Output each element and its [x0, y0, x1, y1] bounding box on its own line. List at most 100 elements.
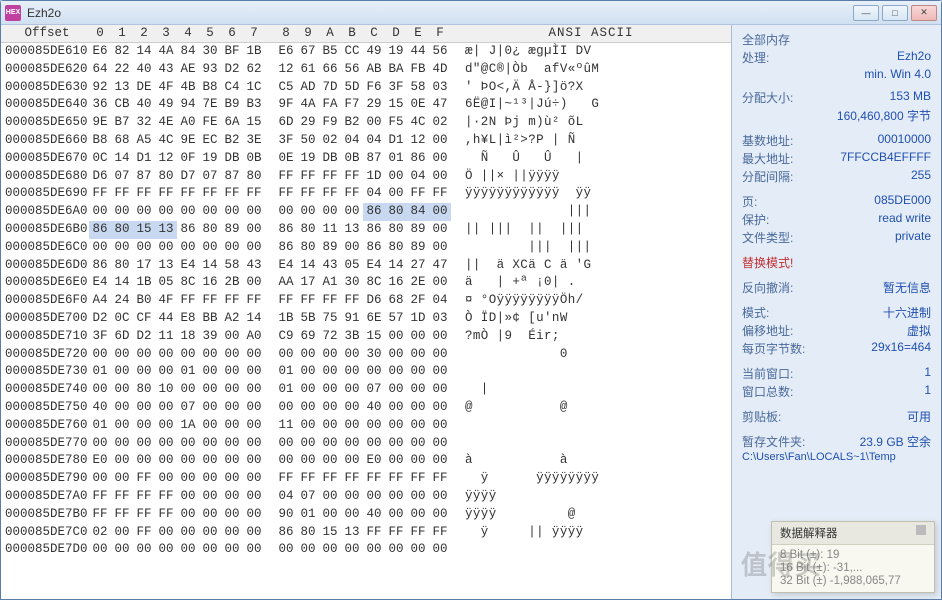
- byte[interactable]: 47: [429, 257, 451, 275]
- ansi-cell[interactable]: 6Ë@I|~¹³|Jú÷) G: [451, 96, 599, 114]
- byte[interactable]: 00: [341, 506, 363, 524]
- bytes-cell[interactable]: 00000000000000000000000030000000: [89, 346, 451, 364]
- byte[interactable]: F9: [319, 114, 341, 132]
- byte[interactable]: 67: [297, 43, 319, 61]
- byte[interactable]: 00: [155, 239, 177, 257]
- byte[interactable]: 89: [407, 221, 429, 239]
- byte[interactable]: FF: [341, 168, 363, 186]
- byte[interactable]: 00: [341, 488, 363, 506]
- byte[interactable]: 14: [111, 274, 133, 292]
- byte[interactable]: 00: [385, 168, 407, 186]
- byte[interactable]: 1A: [177, 417, 199, 435]
- byte[interactable]: D6: [89, 168, 111, 186]
- byte[interactable]: 00: [363, 488, 385, 506]
- byte[interactable]: 00: [385, 328, 407, 346]
- byte[interactable]: 05: [155, 274, 177, 292]
- minimize-button[interactable]: —: [853, 5, 879, 21]
- byte[interactable]: 18: [177, 328, 199, 346]
- ansi-cell[interactable]: @ @: [451, 399, 568, 417]
- byte[interactable]: 00: [385, 363, 407, 381]
- byte[interactable]: 00: [155, 203, 177, 221]
- byte[interactable]: 11: [319, 221, 341, 239]
- byte[interactable]: 14: [111, 150, 133, 168]
- byte[interactable]: FF: [133, 506, 155, 524]
- byte[interactable]: 00: [429, 203, 451, 221]
- byte[interactable]: 00: [155, 452, 177, 470]
- byte[interactable]: 00: [297, 541, 319, 559]
- byte[interactable]: 00: [133, 452, 155, 470]
- byte[interactable]: 86: [177, 221, 199, 239]
- bytes-cell[interactable]: 86801513868089008680111386808900: [89, 221, 451, 239]
- byte[interactable]: 61: [297, 61, 319, 79]
- byte[interactable]: FF: [133, 470, 155, 488]
- ansi-cell[interactable]: || ä XCä C ä 'G: [451, 257, 591, 275]
- byte[interactable]: 00: [221, 470, 243, 488]
- byte[interactable]: 01: [275, 363, 297, 381]
- byte[interactable]: 00: [177, 381, 199, 399]
- byte[interactable]: 9E: [177, 132, 199, 150]
- bytes-cell[interactable]: 3F6DD211183900A0C969723B15000000: [89, 328, 451, 346]
- byte[interactable]: 00: [221, 363, 243, 381]
- byte[interactable]: 2F: [407, 292, 429, 310]
- byte[interactable]: 30: [199, 43, 221, 61]
- byte[interactable]: 00: [341, 452, 363, 470]
- byte[interactable]: 00: [221, 346, 243, 364]
- byte[interactable]: 87: [133, 168, 155, 186]
- byte[interactable]: FF: [111, 185, 133, 203]
- byte[interactable]: 00: [275, 452, 297, 470]
- byte[interactable]: 3E: [243, 132, 265, 150]
- byte[interactable]: 00: [319, 203, 341, 221]
- byte[interactable]: 00: [341, 381, 363, 399]
- byte[interactable]: FF: [155, 185, 177, 203]
- byte[interactable]: 15: [363, 328, 385, 346]
- byte[interactable]: 12: [155, 150, 177, 168]
- byte[interactable]: 00: [221, 381, 243, 399]
- byte[interactable]: 00: [243, 452, 265, 470]
- byte[interactable]: 1B: [275, 310, 297, 328]
- byte[interactable]: 00: [89, 381, 111, 399]
- hex-row[interactable]: 000085DE6700C14D1120F19DB0B0E19DB0B87018…: [5, 150, 731, 168]
- byte[interactable]: 02: [319, 132, 341, 150]
- byte[interactable]: BB: [199, 310, 221, 328]
- bytes-cell[interactable]: E00000000000000000000000E0000000: [89, 452, 451, 470]
- hex-row[interactable]: 000085DE6A000000000000000000000000086808…: [5, 203, 731, 221]
- byte[interactable]: 80: [385, 221, 407, 239]
- byte[interactable]: 00: [89, 346, 111, 364]
- byte[interactable]: DB: [319, 150, 341, 168]
- byte[interactable]: 1D: [363, 168, 385, 186]
- byte[interactable]: 00: [297, 399, 319, 417]
- byte[interactable]: 00: [319, 506, 341, 524]
- byte[interactable]: 30: [363, 346, 385, 364]
- byte[interactable]: BA: [385, 61, 407, 79]
- byte[interactable]: FF: [341, 292, 363, 310]
- byte[interactable]: 07: [297, 488, 319, 506]
- byte[interactable]: 00: [275, 541, 297, 559]
- byte[interactable]: FF: [341, 185, 363, 203]
- byte[interactable]: B9: [221, 96, 243, 114]
- byte[interactable]: 00: [429, 399, 451, 417]
- byte[interactable]: AE: [177, 61, 199, 79]
- byte[interactable]: E6: [275, 43, 297, 61]
- byte[interactable]: 80: [243, 168, 265, 186]
- byte[interactable]: 00: [133, 417, 155, 435]
- byte[interactable]: 00: [385, 346, 407, 364]
- byte[interactable]: FF: [243, 185, 265, 203]
- byte[interactable]: 80: [385, 203, 407, 221]
- byte[interactable]: 00: [243, 399, 265, 417]
- byte[interactable]: 00: [177, 239, 199, 257]
- byte[interactable]: 4D: [429, 61, 451, 79]
- byte[interactable]: 13: [111, 79, 133, 97]
- byte[interactable]: AA: [275, 274, 297, 292]
- byte[interactable]: D2: [133, 328, 155, 346]
- byte[interactable]: 14: [297, 257, 319, 275]
- byte[interactable]: 00: [243, 239, 265, 257]
- byte[interactable]: F5: [385, 114, 407, 132]
- ansi-cell[interactable]: |: [451, 381, 489, 399]
- byte[interactable]: 14: [133, 43, 155, 61]
- byte[interactable]: 80: [199, 221, 221, 239]
- byte[interactable]: FF: [89, 488, 111, 506]
- byte[interactable]: FF: [133, 185, 155, 203]
- byte[interactable]: 00: [243, 435, 265, 453]
- byte[interactable]: 00: [297, 203, 319, 221]
- bytes-cell[interactable]: FFFFFFFF000000009001000040000000: [89, 506, 451, 524]
